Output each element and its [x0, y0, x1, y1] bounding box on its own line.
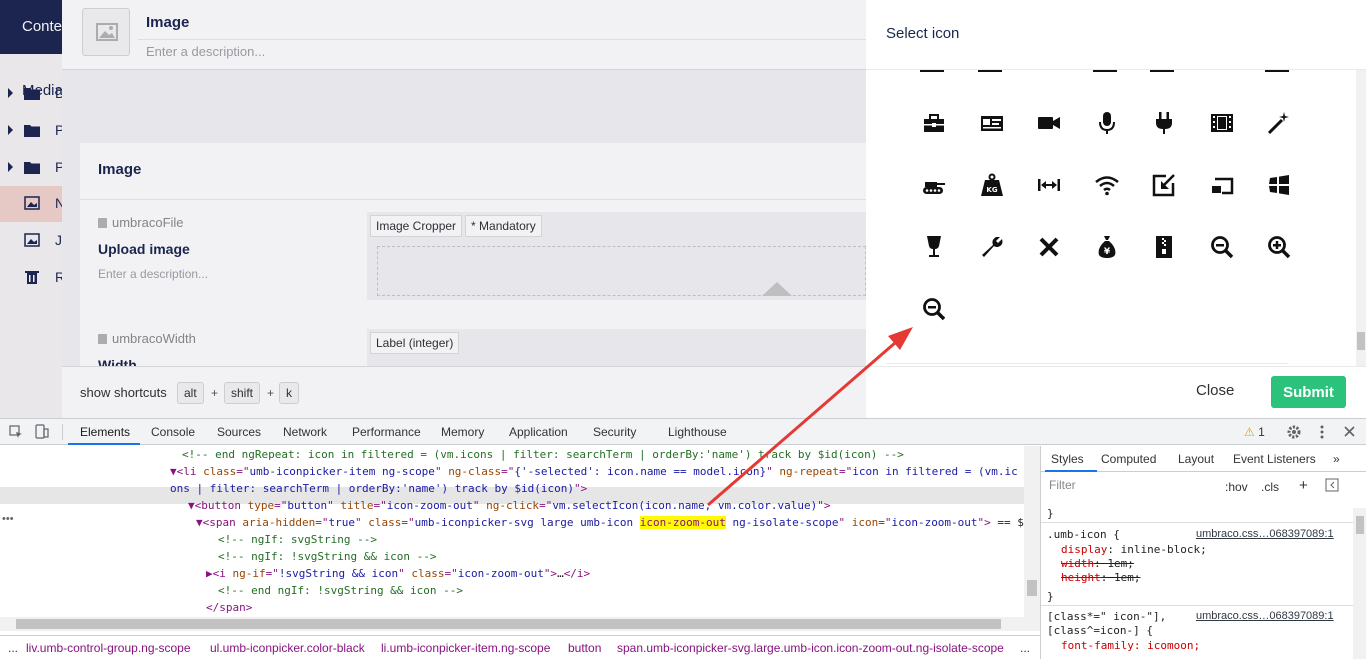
annotation-arrow [707, 327, 913, 507]
